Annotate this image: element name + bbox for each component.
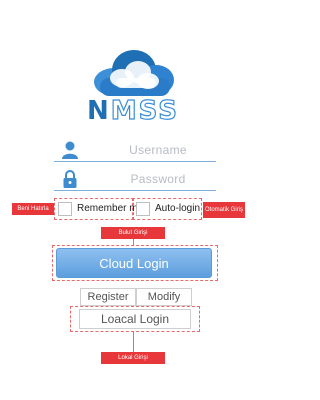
autologin-annotation-tag: Otomatik Giriş (203, 202, 245, 218)
password-field[interactable]: Password (54, 169, 216, 191)
modify-button[interactable]: Modify (136, 288, 192, 306)
password-underline (54, 190, 216, 191)
remember-annotation-tag: Beni Hatırla (12, 203, 54, 215)
lock-icon (63, 170, 77, 188)
app-logo-text: NMSS (0, 96, 266, 126)
logo-letter-n: N (87, 96, 111, 126)
logo-letters-mss: MSS (110, 96, 179, 126)
auto-login-checkbox[interactable] (136, 201, 150, 216)
local-annotation-connector (133, 332, 134, 352)
username-field[interactable]: Username (54, 140, 216, 162)
local-login-annotation-tag: Lokal Girişi (101, 352, 165, 364)
cloud-login-annotation-tag: Bulut Girişi (101, 227, 165, 239)
user-icon (62, 141, 78, 159)
register-button[interactable]: Register (80, 288, 136, 306)
auto-login-label: Auto-login (155, 203, 201, 214)
remember-me-checkbox[interactable] (58, 201, 72, 216)
remember-me-row[interactable]: Remember me (58, 200, 143, 217)
username-underline (54, 161, 216, 162)
username-input[interactable]: Username (100, 143, 216, 157)
local-login-button[interactable]: Loacal Login (79, 309, 191, 329)
password-input[interactable]: Password (100, 172, 216, 186)
cloud-login-button[interactable]: Cloud Login (56, 248, 212, 278)
auto-login-row[interactable]: Auto-login (136, 200, 200, 217)
cloud-logo-icon (94, 50, 174, 96)
